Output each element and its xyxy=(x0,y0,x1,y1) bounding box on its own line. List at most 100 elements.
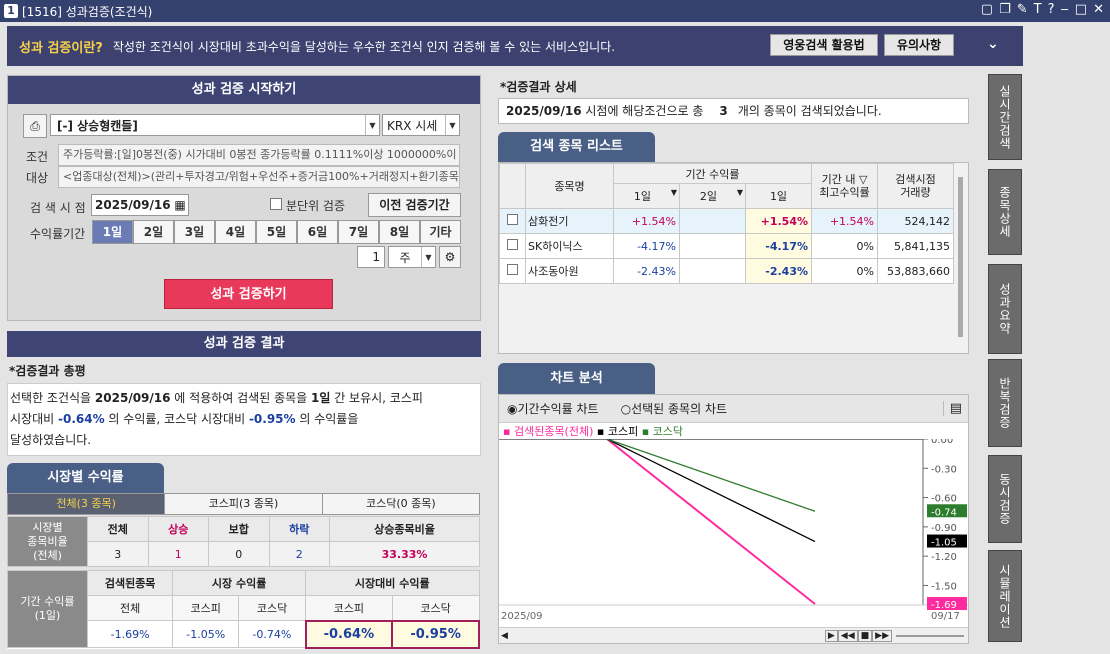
target-text: <업종대상(전체)>(관리+투자경고/위험+우선주+증거금100%+거래정지+환… xyxy=(58,166,460,188)
minute-checkbox[interactable] xyxy=(270,198,282,210)
period-col-2d-select[interactable]: 2일 ▼ xyxy=(679,183,746,209)
vtab-simulation[interactable]: 시뮬레이션 xyxy=(988,550,1022,642)
period-return-table: 기간 수익률 (1일) 검색된종목 시장 수익률 시장대비 수익률 전체 코스피 … xyxy=(7,570,480,649)
run-verify-button[interactable]: 성과 검증하기 xyxy=(164,279,333,309)
period-6d-button[interactable]: 6일 xyxy=(297,220,338,244)
stock-list-panel: 종목명 기간 수익률 기간 내 ▽ 최고수익률 검색시점 거래량 1일 ▼ 2일 ▼… xyxy=(498,162,969,354)
result-header: 성과 검증 결과 xyxy=(7,331,481,357)
notice-button[interactable]: 유의사항 xyxy=(884,34,954,56)
subtab-kospi[interactable]: 코스피(3 종목) xyxy=(164,494,322,514)
close-icon[interactable]: ✕ xyxy=(1093,2,1104,17)
target-label: 대상 xyxy=(26,171,49,185)
chevron-down-icon: ▼ xyxy=(445,115,459,135)
period-3d-button[interactable]: 3일 xyxy=(174,220,215,244)
vtab-realtime[interactable]: 실시간검색 xyxy=(988,74,1022,160)
table-row[interactable]: 삼화전기 +1.54% +1.54% +1.54% 524,142 xyxy=(499,208,954,234)
calendar-icon[interactable]: ▦ xyxy=(172,198,188,212)
table-row[interactable]: SK하이닉스 -4.17% -4.17% 0% 5,841,135 xyxy=(499,233,954,259)
row-checkbox[interactable] xyxy=(507,214,518,225)
banner-question: 성과 검증이란? xyxy=(19,40,103,56)
y-tick-label: -0.60 xyxy=(931,494,957,505)
minimize-icon[interactable]: ‒ xyxy=(1061,2,1069,17)
legend-kospi: 코스피 xyxy=(607,425,639,438)
layout-icon[interactable]: ▢ xyxy=(981,2,993,17)
condition-text: 주가등락률:[일]0봉전(중) 시가대비 0봉전 종가등락률 0.1111%이상… xyxy=(58,144,460,166)
chart-legend: ▪ 검색된종목(전체) ▪ 코스피 ▪ 코스닥 xyxy=(503,425,684,438)
table-row[interactable]: 사조동아원 -2.43% -2.43% 0% 53,883,660 xyxy=(499,258,954,284)
ratio-row-label: 시장별 종목비율 (전체) xyxy=(7,516,88,567)
subtab-all[interactable]: 전체(3 종목) xyxy=(8,494,165,514)
detail-title: *검증결과 상세 xyxy=(500,80,577,94)
start-header: 성과 검증 시작하기 xyxy=(8,76,480,104)
period-2d-button[interactable]: 2일 xyxy=(133,220,174,244)
pin-icon[interactable]: ✎ xyxy=(1017,2,1028,17)
market-tab[interactable]: 시장별 수익률 xyxy=(7,463,164,493)
condition-select[interactable]: [-] 상승형캔들] ▼ xyxy=(50,114,380,136)
end-value-label: -1.69 xyxy=(931,600,957,611)
radio-period-chart[interactable]: ◉ xyxy=(507,402,517,416)
minute-label: 분단위 검증 xyxy=(286,199,346,213)
chart-tab[interactable]: 차트 분석 xyxy=(498,363,655,394)
period-label: 수익률기간 xyxy=(30,227,86,241)
period-4d-button[interactable]: 4일 xyxy=(215,220,256,244)
count-input[interactable]: 1 xyxy=(357,246,385,268)
help-icon[interactable]: ? xyxy=(1048,2,1055,17)
max-return-header[interactable]: 기간 내 ▽ 최고수익률 xyxy=(811,163,878,209)
font-icon[interactable]: T xyxy=(1034,2,1042,17)
y-tick-label: -0.30 xyxy=(931,464,957,475)
period-1d-button[interactable]: 1일 xyxy=(92,220,133,244)
row-checkbox[interactable] xyxy=(507,239,518,250)
guide-button[interactable]: 영웅검색 활용법 xyxy=(770,34,878,56)
series-line-0 xyxy=(606,439,816,605)
radio-selected-chart[interactable]: ○ xyxy=(621,402,631,416)
forward-icon[interactable]: ▶▶ xyxy=(872,629,892,642)
period-5d-button[interactable]: 5일 xyxy=(256,220,297,244)
y-tick-label: 0.00 xyxy=(931,439,953,446)
subtab-kosdaq[interactable]: 코스닥(0 종목) xyxy=(321,494,479,514)
period-col-1d-select[interactable]: 1일 ▼ xyxy=(613,183,680,209)
series-line-1 xyxy=(606,439,816,543)
period-8d-button[interactable]: 8일 xyxy=(379,220,420,244)
stock-list-tab[interactable]: 검색 종목 리스트 xyxy=(498,132,655,162)
y-tick-label: -0.90 xyxy=(931,523,957,534)
prev-period-button[interactable]: 이전 검증기간 xyxy=(368,193,461,217)
legend-total: 검색된종목(전체) xyxy=(513,425,594,438)
end-value-label: -1.05 xyxy=(931,538,957,549)
window-title: [1516] 성과검증(조건식) xyxy=(22,4,153,19)
period-other-button[interactable]: 기타 xyxy=(420,220,461,244)
period-return-label: 기간 수익률 (1일) xyxy=(7,570,88,648)
vtab-summary[interactable]: 성과요약 xyxy=(988,264,1022,354)
market-select[interactable]: KRX 시세 ▼ xyxy=(382,114,460,136)
legend-kosdaq: 코스닥 xyxy=(652,425,684,438)
end-value-label: -0.74 xyxy=(931,507,957,518)
scroll-left-icon[interactable]: ◀ xyxy=(501,631,508,641)
copy-window-icon[interactable]: ❐ xyxy=(999,2,1011,17)
market-ratio-table: 시장별 종목비율 (전체) 전체 상승 보합 하락 상승종목비율 3 1 0 2 3… xyxy=(7,516,480,567)
vtab-stock-detail[interactable]: 종목상세 xyxy=(988,169,1022,255)
date-input[interactable]: 2025/09/16 ▦ xyxy=(91,194,189,216)
banner-desc: 작성한 조건식이 시장대비 초과수익을 달성하는 우수한 조건식 인지 검증해 … xyxy=(112,39,616,54)
maximize-icon[interactable]: □ xyxy=(1075,2,1087,17)
list-scrollbar[interactable] xyxy=(958,177,963,337)
vtab-simul-verify[interactable]: 동시검증 xyxy=(988,455,1022,543)
condition-load-icon[interactable]: ⎙ xyxy=(23,114,47,138)
stop-icon[interactable]: ■ xyxy=(857,629,873,642)
period-7d-button[interactable]: 7일 xyxy=(338,220,379,244)
chart-menu-icon[interactable]: ▤ xyxy=(942,401,962,416)
x-start-label: 2025/09 xyxy=(501,611,543,622)
chart-scrollbar[interactable]: ◀ ▶ ◀◀ ■ ▶▶ xyxy=(499,627,968,643)
collapse-chevron-icon[interactable]: ⌄ xyxy=(987,36,999,52)
chevron-down-icon: ▼ xyxy=(421,247,435,267)
scroll-right-icon[interactable]: ▶ xyxy=(824,629,838,642)
zoom-slider[interactable] xyxy=(896,634,964,637)
settings-gear-icon[interactable]: ⚙ xyxy=(439,246,461,268)
y-tick-label: -1.50 xyxy=(931,581,957,592)
vtab-repeat-verify[interactable]: 반복검증 xyxy=(988,359,1022,447)
filter-icon: ▽ xyxy=(858,173,868,186)
unit-select[interactable]: 주 ▼ xyxy=(388,246,436,268)
row-checkbox[interactable] xyxy=(507,264,518,275)
y-tick-label: -1.20 xyxy=(931,552,957,563)
stock-list-table: 종목명 기간 수익률 기간 내 ▽ 최고수익률 검색시점 거래량 1일 ▼ 2일 ▼… xyxy=(499,163,954,284)
detail-line: 2025/09/16 시점에 해당조건으로 총 3 개의 종목이 검색되었습니다. xyxy=(498,98,969,124)
rewind-icon[interactable]: ◀◀ xyxy=(837,629,858,642)
